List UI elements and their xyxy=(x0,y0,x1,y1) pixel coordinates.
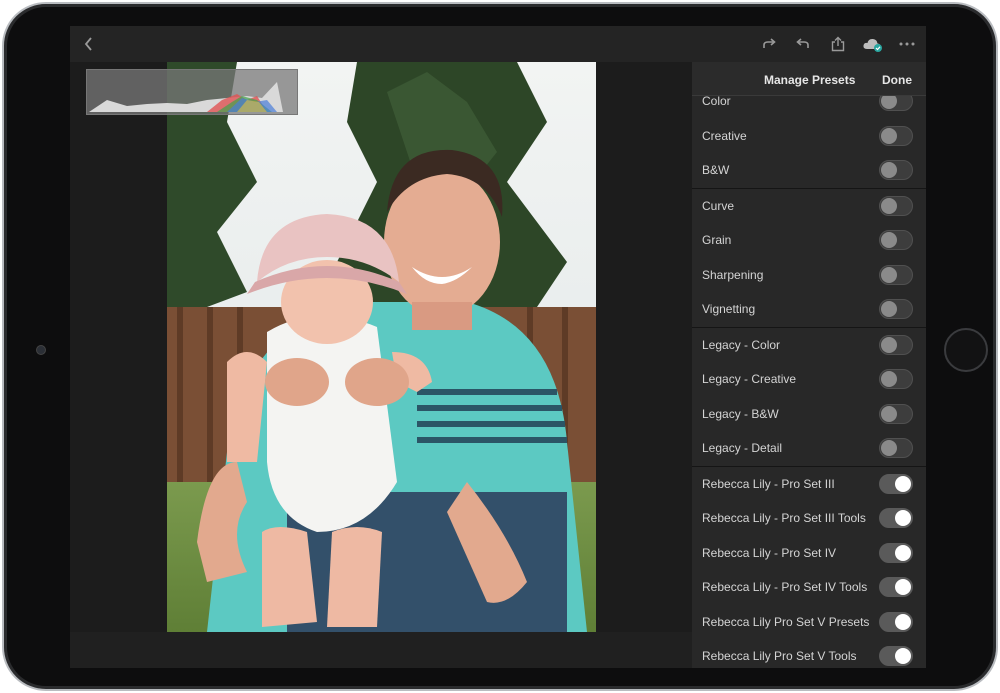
preset-label: Rebecca Lily Pro Set V Presets xyxy=(702,614,870,629)
preset-toggle[interactable] xyxy=(879,334,913,355)
preset-row: Rebecca Lily - Pro Set III xyxy=(692,467,926,502)
toggle-knob xyxy=(881,197,897,214)
preset-toggle[interactable] xyxy=(879,438,913,458)
toggle-knob xyxy=(881,232,897,248)
preset-toggle[interactable] xyxy=(879,160,913,180)
toggle-knob xyxy=(881,266,897,283)
preset-row: Legacy - Detail xyxy=(692,431,926,466)
cloud-sync-icon[interactable] xyxy=(862,35,884,53)
preset-row: B&W xyxy=(692,153,926,188)
preset-toggle[interactable] xyxy=(879,230,913,250)
preset-row: Rebecca Lily Pro Set V Presets xyxy=(692,605,926,640)
preset-list: Color Creative B&W Curve Grain Sharpening Vign… xyxy=(692,84,926,668)
toggle-knob xyxy=(895,648,911,664)
preset-label: Sharpening xyxy=(702,267,764,282)
preset-label: Rebecca Lily Pro Set V Tools xyxy=(702,649,857,663)
preset-row: Legacy - Creative xyxy=(692,362,926,397)
preset-label: Creative xyxy=(702,128,747,143)
preset-toggle[interactable] xyxy=(879,611,913,632)
preset-toggle[interactable] xyxy=(879,508,913,528)
more-icon[interactable] xyxy=(898,35,916,53)
preset-toggle[interactable] xyxy=(879,577,913,597)
toggle-knob xyxy=(895,475,911,492)
preset-toggle[interactable] xyxy=(879,125,913,146)
preset-toggle[interactable] xyxy=(879,264,913,285)
preset-row: Vignetting xyxy=(692,292,926,327)
toggle-knob xyxy=(881,336,897,353)
preset-label: Legacy - B&W xyxy=(702,406,779,421)
manage-presets-panel: Manage Presets Done Color Creative B&W Curv… xyxy=(692,62,926,668)
preset-row: Rebecca Lily - Pro Set IV Tools xyxy=(692,570,926,605)
toggle-knob xyxy=(881,162,897,178)
toggle-knob xyxy=(881,440,897,456)
preset-row: Legacy - B&W xyxy=(692,397,926,432)
preset-label: Rebecca Lily - Pro Set IV Tools xyxy=(702,580,868,594)
preset-row: Grain xyxy=(692,223,926,258)
preset-row: Creative xyxy=(692,119,926,154)
preset-row: Curve xyxy=(692,189,926,224)
back-icon[interactable] xyxy=(80,35,98,53)
preset-label: Rebecca Lily - Pro Set III xyxy=(702,476,835,491)
preset-row: Rebecca Lily - Pro Set IV xyxy=(692,536,926,571)
preset-toggle[interactable] xyxy=(879,195,913,216)
panel-header: Manage Presets Done xyxy=(692,62,926,96)
preset-label: Legacy - Creative xyxy=(702,372,797,386)
preset-label: Vignetting xyxy=(702,302,756,316)
toggle-knob xyxy=(895,510,911,526)
preset-toggle[interactable] xyxy=(879,403,913,424)
preset-label: Curve xyxy=(702,198,735,213)
preset-label: Legacy - Detail xyxy=(702,441,783,455)
toggle-knob xyxy=(881,371,897,387)
preset-label: B&W xyxy=(702,163,730,177)
preset-row: Sharpening xyxy=(692,258,926,293)
preset-label: Rebecca Lily - Pro Set IV xyxy=(702,545,837,560)
toggle-knob xyxy=(895,544,911,561)
screen: Manage Presets Done Color Creative B&W Curv… xyxy=(70,26,926,668)
front-camera xyxy=(36,345,46,355)
preset-toggle[interactable] xyxy=(879,542,913,563)
preset-label: Grain xyxy=(702,233,732,247)
toggle-knob xyxy=(881,127,897,144)
bottom-strip xyxy=(70,632,692,668)
home-button[interactable] xyxy=(944,328,988,372)
histogram xyxy=(86,69,298,115)
preset-row: Rebecca Lily Pro Set V Tools xyxy=(692,639,926,668)
preset-label: Color xyxy=(702,94,731,108)
share-icon[interactable] xyxy=(829,35,847,53)
done-button[interactable]: Done xyxy=(882,73,912,87)
redo-icon[interactable] xyxy=(760,35,778,53)
preset-row: Rebecca Lily - Pro Set III Tools xyxy=(692,501,926,536)
preset-toggle[interactable] xyxy=(879,473,913,494)
toggle-knob xyxy=(895,579,911,595)
photo-canvas xyxy=(70,62,692,668)
preset-toggle[interactable] xyxy=(879,369,913,389)
photo[interactable] xyxy=(167,62,596,632)
toggle-knob xyxy=(881,405,897,422)
undo-icon[interactable] xyxy=(794,35,812,53)
preset-toggle[interactable] xyxy=(879,646,913,666)
preset-row: Legacy - Color xyxy=(692,328,926,363)
top-toolbar xyxy=(70,26,926,62)
preset-label: Legacy - Color xyxy=(702,337,781,352)
preset-toggle[interactable] xyxy=(879,299,913,319)
toggle-knob xyxy=(881,301,897,317)
panel-title: Manage Presets xyxy=(764,73,856,87)
toggle-knob xyxy=(895,613,911,630)
preset-label: Rebecca Lily - Pro Set III Tools xyxy=(702,511,866,525)
